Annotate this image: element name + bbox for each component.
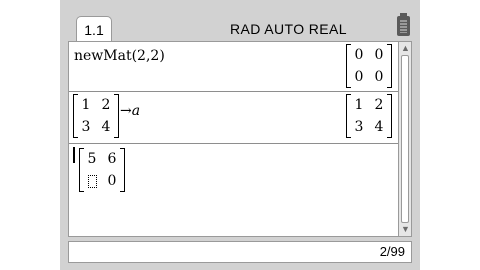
input-matrix: 1 2 3 4: [73, 94, 119, 138]
matrix-cell: 2: [374, 97, 384, 113]
mode-indicator: RAD AUTO REAL: [230, 21, 347, 37]
scrollbar[interactable]: ▲ ▼: [398, 42, 411, 236]
matrix-cell: 0: [374, 69, 384, 85]
matrix-cell[interactable]: 0: [102, 170, 122, 192]
matrix-cell[interactable]: 6: [102, 148, 122, 170]
current-matrix[interactable]: 5 6 0: [79, 148, 125, 192]
calculator-history-area[interactable]: newMat(2,2) 0 0 0 0 1 2 3 4 →a 1 2 3 4 5…: [68, 41, 412, 237]
right-margin: [420, 0, 480, 270]
input-cursor: [87, 174, 97, 188]
current-entry[interactable]: 5 6 0: [69, 144, 398, 236]
matrix-cell: 2: [101, 97, 111, 113]
matrix-cell: 0: [374, 47, 384, 63]
matrix-cell-cursor[interactable]: [82, 170, 102, 192]
matrix-cell: 0: [354, 47, 364, 63]
left-margin: [0, 0, 60, 270]
history-entry[interactable]: newMat(2,2) 0 0 0 0: [69, 42, 398, 92]
battery-icon: [397, 13, 410, 36]
tab-label: 1.1: [84, 22, 104, 38]
matrix-cell: 4: [101, 119, 111, 135]
result-matrix: 0 0 0 0: [346, 44, 392, 88]
variable-name: a: [131, 103, 141, 119]
text-cursor: [73, 147, 75, 163]
entry-line[interactable]: 2/99: [68, 241, 412, 263]
matrix-cell: 3: [354, 119, 364, 135]
history-input: newMat(2,2): [74, 48, 165, 64]
matrix-cell: 0: [354, 69, 364, 85]
matrix-cell: 1: [354, 97, 364, 113]
store-arrow: →: [120, 103, 132, 119]
scroll-up-icon[interactable]: ▲: [400, 43, 411, 54]
history-counter: 2/99: [379, 244, 405, 259]
matrix-cell[interactable]: 5: [82, 148, 102, 170]
matrix-cell: 1: [81, 97, 91, 113]
matrix-cell: 3: [81, 119, 91, 135]
result-matrix: 1 2 3 4: [346, 94, 392, 138]
history-entry[interactable]: 1 2 3 4 →a 1 2 3 4: [69, 92, 398, 144]
tab-1-1[interactable]: 1.1: [76, 16, 112, 42]
scroll-thumb[interactable]: [401, 55, 409, 223]
scroll-down-icon[interactable]: ▼: [400, 224, 411, 235]
assignment: →a: [120, 103, 140, 119]
matrix-cell: 4: [374, 119, 384, 135]
